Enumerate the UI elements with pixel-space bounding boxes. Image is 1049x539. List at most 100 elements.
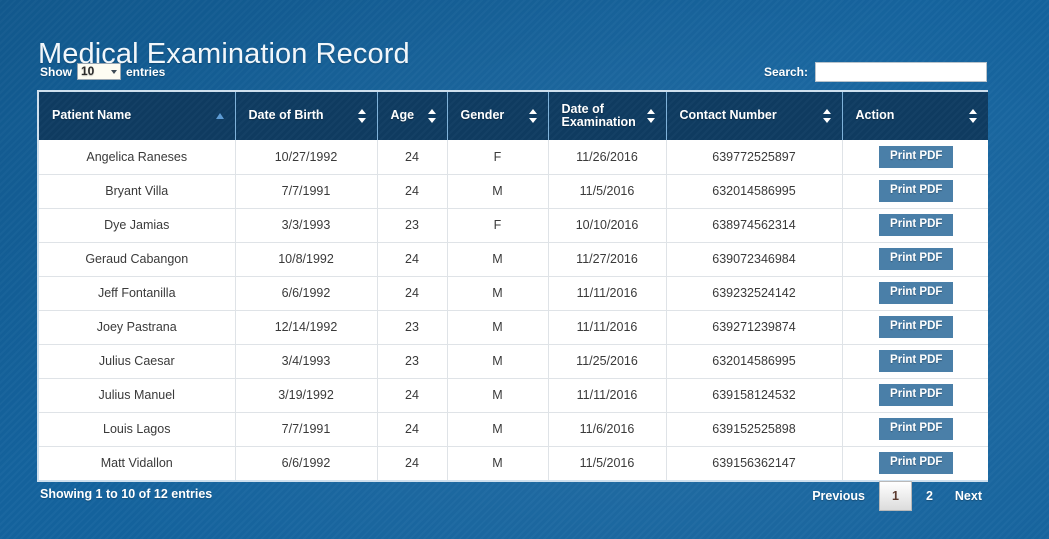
pagination-previous[interactable]: Previous: [801, 483, 876, 509]
print-pdf-button[interactable]: Print PDF: [879, 282, 954, 304]
column-label: Contact Number: [679, 108, 777, 122]
print-pdf-button[interactable]: Print PDF: [879, 214, 954, 236]
cell-age: 24: [377, 174, 448, 209]
cell-date-of-birth: 12/14/1992: [235, 310, 378, 345]
table-row: Julius Manuel 3/19/1992 24 M 11/11/2016 63915…: [39, 378, 988, 413]
cell-contact-number: 639232524142: [666, 276, 843, 311]
print-pdf-button[interactable]: Print PDF: [879, 452, 954, 475]
column-header-date-of-birth[interactable]: Date of Birth: [235, 92, 378, 140]
sort-both-icon[interactable]: [969, 109, 978, 123]
cell-patient-name: Louis Lagos: [39, 412, 236, 447]
table-header-row: Patient Name Date of Birth Age Gender Da…: [39, 92, 988, 140]
cell-patient-name: Angelica Raneses: [39, 140, 236, 175]
sort-both-icon[interactable]: [357, 109, 367, 123]
table-row: Louis Lagos 7/7/1991 24 M 11/6/2016 639152525…: [39, 412, 988, 447]
column-label: Age: [390, 108, 415, 122]
pagination-page-2[interactable]: 2: [915, 483, 944, 509]
cell-age: 23: [377, 208, 448, 243]
table-body: Angelica Raneses 10/27/1992 24 F 11/26/2016 6…: [39, 140, 988, 480]
sort-both-icon[interactable]: [822, 109, 832, 123]
sort-both-icon[interactable]: [528, 109, 538, 123]
column-label: Action: [855, 108, 895, 122]
search-label: Search:: [763, 65, 808, 79]
search-input[interactable]: [815, 62, 987, 82]
print-pdf-button[interactable]: Print PDF: [879, 350, 954, 372]
cell-action: Print PDF: [842, 208, 988, 243]
cell-action: Print PDF: [842, 310, 988, 345]
table-length-control: Show 10 entries: [40, 63, 165, 80]
pagination-next[interactable]: Next: [944, 483, 993, 509]
cell-action: Print PDF: [842, 174, 988, 209]
cell-contact-number: 639158124532: [666, 378, 843, 413]
table-row: Dye Jamias 3/3/1993 23 F 10/10/2016 638974562…: [39, 208, 988, 243]
cell-patient-name: Jeff Fontanilla: [39, 276, 236, 311]
cell-age: 24: [377, 140, 448, 175]
cell-action: Print PDF: [842, 242, 988, 277]
table-row: Jeff Fontanilla 6/6/1992 24 M 11/11/2016 6392…: [39, 276, 988, 311]
print-pdf-button[interactable]: Print PDF: [879, 180, 954, 202]
cell-date-of-examination: 11/11/2016: [548, 276, 667, 311]
cell-contact-number: 639072346984: [666, 242, 843, 277]
column-header-contact-number[interactable]: Contact Number: [666, 92, 843, 140]
print-pdf-button[interactable]: Print PDF: [879, 248, 954, 270]
cell-contact-number: 639152525898: [666, 412, 843, 447]
print-pdf-button[interactable]: Print PDF: [879, 145, 954, 168]
print-pdf-button[interactable]: Print PDF: [879, 384, 954, 406]
column-label: Patient Name: [52, 108, 132, 122]
pagination-page-1[interactable]: 1: [879, 481, 912, 511]
cell-age: 24: [377, 412, 448, 447]
column-header-date-of-examination[interactable]: Date of Examination: [548, 92, 667, 140]
cell-date-of-examination: 11/27/2016: [548, 242, 667, 277]
column-header-patient-name[interactable]: Patient Name: [39, 92, 236, 140]
medical-examination-record-page: Medical Examination Record Show 10 entri…: [0, 0, 1049, 539]
column-label: Date of Examination: [561, 101, 636, 129]
cell-gender: M: [447, 310, 549, 345]
table-info: Showing 1 to 10 of 12 entries: [40, 487, 213, 501]
cell-date-of-birth: 7/7/1991: [235, 412, 378, 447]
sort-ascending-icon[interactable]: [215, 109, 225, 123]
sort-both-icon[interactable]: [646, 109, 656, 123]
column-header-gender[interactable]: Gender: [447, 92, 549, 140]
cell-patient-name: Julius Caesar: [39, 344, 236, 379]
cell-contact-number: 632014586995: [666, 344, 843, 379]
column-header-age[interactable]: Age: [377, 92, 448, 140]
column-header-action[interactable]: Action: [842, 92, 988, 140]
print-pdf-button[interactable]: Print PDF: [879, 316, 954, 338]
cell-date-of-birth: 3/19/1992: [235, 378, 378, 413]
cell-date-of-examination: 11/6/2016: [548, 412, 667, 447]
cell-action: Print PDF: [842, 344, 988, 379]
cell-patient-name: Joey Pastrana: [39, 310, 236, 345]
cell-gender: F: [447, 208, 549, 243]
cell-gender: M: [447, 174, 549, 209]
cell-action: Print PDF: [842, 378, 988, 413]
cell-patient-name: Dye Jamias: [39, 208, 236, 243]
cell-action: Print PDF: [842, 412, 988, 447]
cell-age: 24: [377, 276, 448, 311]
cell-gender: M: [447, 344, 549, 379]
cell-age: 24: [377, 378, 448, 413]
cell-patient-name: Matt Vidallon: [39, 446, 236, 480]
cell-patient-name: Julius Manuel: [39, 378, 236, 413]
entries-per-page-select[interactable]: 10: [77, 63, 121, 80]
table-row: Angelica Raneses 10/27/1992 24 F 11/26/2016 6…: [39, 140, 988, 175]
print-pdf-button[interactable]: Print PDF: [879, 418, 954, 440]
cell-gender: M: [447, 242, 549, 277]
cell-date-of-birth: 7/7/1991: [235, 174, 378, 209]
chevron-down-icon: [111, 69, 117, 74]
cell-gender: M: [447, 412, 549, 447]
cell-age: 23: [377, 344, 448, 379]
entries-per-page-value: 10: [81, 64, 95, 78]
cell-action: Print PDF: [842, 276, 988, 311]
column-label: Gender: [460, 108, 505, 122]
cell-patient-name: Bryant Villa: [39, 174, 236, 209]
cell-date-of-examination: 11/5/2016: [548, 174, 667, 209]
cell-contact-number: 639772525897: [666, 140, 843, 175]
cell-age: 23: [377, 310, 448, 345]
sort-both-icon[interactable]: [427, 109, 437, 123]
pagination: Previous 1 2 Next: [801, 481, 993, 511]
cell-gender: M: [447, 378, 549, 413]
search-control: Search:: [764, 62, 987, 82]
cell-date-of-birth: 10/27/1992: [235, 140, 378, 175]
table-row: Julius Caesar 3/4/1993 23 M 11/25/2016 632014…: [39, 344, 988, 379]
cell-date-of-examination: 10/10/2016: [548, 208, 667, 243]
